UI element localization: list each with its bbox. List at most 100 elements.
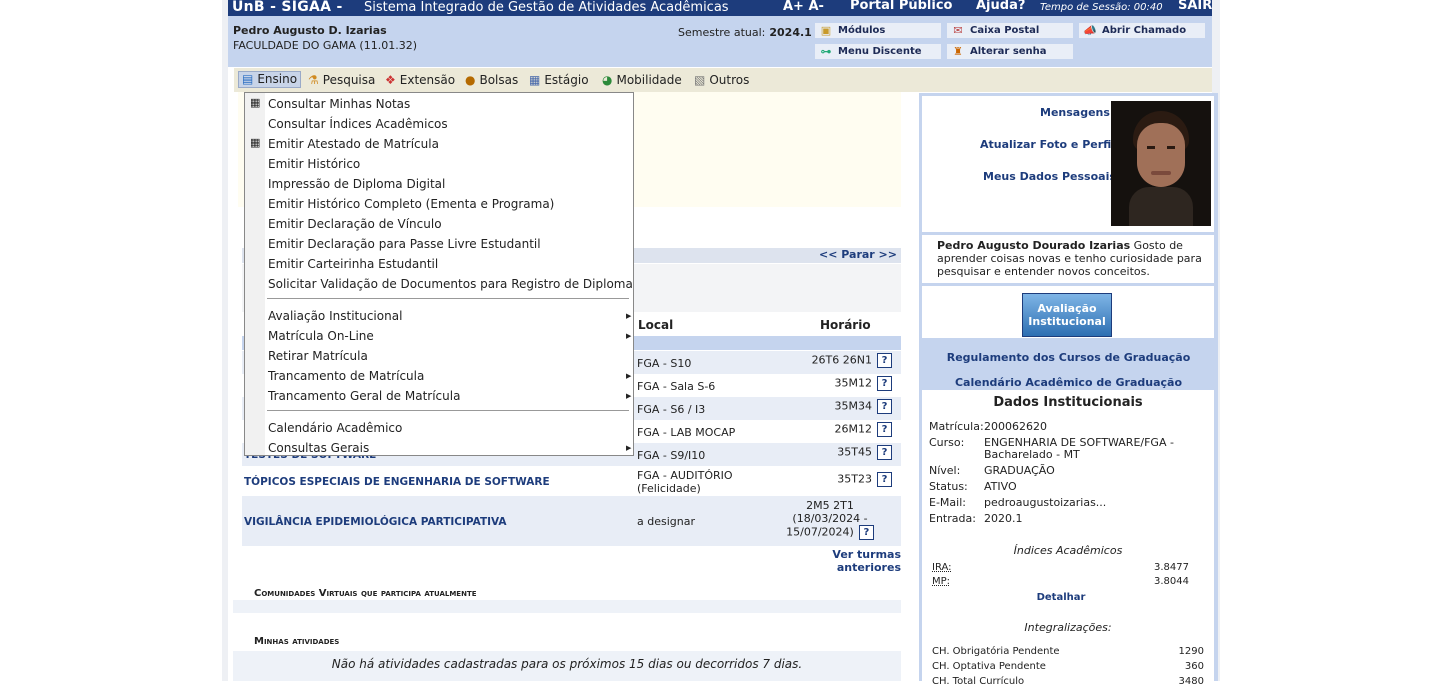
menu-mobilidade[interactable]: ◕ Mobilidade — [602, 73, 682, 87]
logout-button[interactable]: SAIR — [1178, 0, 1212, 13]
detalhar-link[interactable]: Detalhar — [922, 592, 1200, 603]
menu-pesquisa[interactable]: ⚗ Pesquisa — [308, 73, 375, 87]
menu-extensao-label: Extensão — [399, 73, 456, 87]
menu-item-atestado[interactable]: Emitir Atestado de Matrícula — [268, 137, 439, 151]
row-horario-text: 35M34 — [834, 399, 873, 413]
avaliacao-institucional-logo[interactable]: Avaliação Institucional — [1022, 293, 1112, 337]
megaphone-icon: 📣 — [1083, 24, 1097, 37]
row-horario: 2M5 2T1 (18/03/2024 -15/07/2024)? — [770, 499, 890, 540]
ver-turmas-anteriores-link[interactable]: Ver turmas anteriores — [768, 548, 901, 574]
col-local: Local — [638, 318, 674, 332]
col-horario: Horário — [820, 318, 871, 332]
help-icon[interactable]: ? — [877, 399, 892, 414]
ch-total-value: 3480 — [1178, 676, 1204, 687]
row-name[interactable]: TÓPICOS ESPECIAIS DE ENGENHARIA DE SOFTW… — [244, 476, 550, 488]
row-horario: 26T6 26N1? — [782, 353, 892, 368]
calendario-link[interactable]: Calendário Acadêmico de Graduação — [919, 376, 1218, 389]
help-icon[interactable]: ? — [877, 445, 892, 460]
curso-label: Curso: — [929, 436, 965, 449]
menu-extensao[interactable]: ❖ Extensão — [385, 73, 455, 87]
menu-separator — [267, 410, 629, 411]
row-horario-text: 26T6 26N1 — [811, 353, 872, 367]
main-menu-bar: ▤ Ensino ⚗ Pesquisa ❖ Extensão ● Bolsas ▦ Est… — [234, 68, 1212, 92]
parar-link[interactable]: << Parar >> — [819, 248, 897, 261]
menu-bolsas[interactable]: ● Bolsas — [465, 73, 518, 87]
ira-label: IRA: — [932, 562, 952, 573]
menu-discente-label: Menu Discente — [838, 46, 922, 57]
entrada-value: 2020.1 — [984, 512, 1023, 525]
alterar-senha-button[interactable]: ♜ Alterar senha — [946, 43, 1074, 60]
help-icon[interactable]: ? — [877, 472, 892, 487]
matricula-value: 200062620 — [984, 420, 1047, 433]
menu-item-passe-livre[interactable]: Emitir Declaração para Passe Livre Estud… — [268, 237, 541, 251]
menu-item-historico-completo[interactable]: Emitir Histórico Completo (Ementa e Prog… — [268, 197, 554, 211]
menu-item-declaracao-vinculo[interactable]: Emitir Declaração de Vínculo — [268, 217, 442, 231]
menu-outros[interactable]: ▧ Outros — [694, 73, 749, 87]
chamado-label: Abrir Chamado — [1102, 25, 1187, 36]
atualizar-foto-link[interactable]: Atualizar Foto e Perfil — [980, 138, 1115, 151]
submenu-arrow-icon: ▶ — [626, 332, 632, 340]
row-local-line2: (Felicidade) — [637, 482, 701, 495]
calculator-icon: ▦ — [250, 96, 261, 109]
menu-item-avaliacao[interactable]: Avaliação Institucional — [268, 309, 402, 323]
package-icon: ▣ — [820, 24, 832, 37]
help-icon[interactable]: ? — [858, 525, 874, 540]
ira-value: 3.8477 — [1154, 562, 1189, 573]
profile-photo[interactable] — [1111, 101, 1211, 226]
row-local: FGA - Sala S-6 — [637, 380, 716, 393]
menu-estagio[interactable]: ▦ Estágio — [529, 73, 589, 87]
help-icon[interactable]: ? — [877, 376, 892, 391]
menu-ensino[interactable]: ▤ Ensino — [238, 71, 302, 88]
menu-item-matricula-online[interactable]: Matrícula On-Line — [268, 329, 374, 343]
caixa-postal-button[interactable]: ✉ Caixa Postal — [946, 22, 1074, 39]
menu-item-trancamento[interactable]: Trancamento de Matrícula — [268, 369, 424, 383]
row-horario-line2: (18/03/2024 - — [792, 512, 868, 525]
row-horario-text: 2M5 2T1 — [806, 499, 854, 512]
help-link[interactable]: Ajuda? — [976, 0, 1025, 13]
ensino-dropdown: ▦ Consultar Minhas Notas Consultar Índic… — [244, 92, 634, 456]
menu-item-indices[interactable]: Consultar Índices Acadêmicos — [268, 117, 448, 131]
modulos-button[interactable]: ▣ Módulos — [814, 22, 942, 39]
regulamento-link[interactable]: Regulamento dos Cursos de Graduação — [919, 351, 1218, 364]
row-name[interactable]: VIGILÂNCIA EPIDEMIOLÓGICA PARTICIPATIVA — [244, 516, 507, 528]
abrir-chamado-button[interactable]: 📣 Abrir Chamado — [1078, 22, 1206, 39]
page-content: UnB - SIGAA - Sistema Integrado de Gestã… — [228, 0, 1218, 687]
dados-pessoais-link[interactable]: Meus Dados Pessoais — [983, 170, 1116, 183]
menu-item-validacao[interactable]: Solicitar Validação de Documentos para R… — [268, 277, 633, 291]
menu-item-diploma[interactable]: Impressão de Diploma Digital — [268, 177, 445, 191]
row-horario-text: 35T23 — [837, 472, 872, 486]
curso-value-line2: Bacharelado - MT — [984, 448, 1080, 461]
menu-item-retirar-matricula[interactable]: Retirar Matrícula — [268, 349, 368, 363]
help-icon[interactable]: ? — [877, 422, 892, 437]
menu-item-consultar-notas[interactable]: Consultar Minhas Notas — [268, 97, 410, 111]
menu-item-consultas-gerais[interactable]: Consultas Gerais — [268, 441, 369, 455]
menu-discente-button[interactable]: ⊶ Menu Discente — [814, 43, 942, 60]
menu-item-historico[interactable]: Emitir Histórico — [268, 157, 360, 171]
menu-item-trancamento-geral[interactable]: Trancamento Geral de Matrícula — [268, 389, 460, 403]
calculator-icon: ▦ — [250, 136, 261, 149]
senha-label: Alterar senha — [970, 46, 1047, 57]
comunidades-bar — [233, 600, 901, 613]
menu-item-carteirinha[interactable]: Emitir Carteirinha Estudantil — [268, 257, 438, 271]
avaliacao-box: Avaliação Institucional — [922, 286, 1214, 338]
portal-publico-link[interactable]: Portal Público — [850, 0, 952, 13]
mensagens-link[interactable]: Mensagens — [1040, 106, 1110, 119]
app-name: UnB - SIGAA - — [232, 0, 343, 15]
indices-title: Índices Acadêmicos — [1013, 544, 1123, 557]
ch-optativa-label: CH. Optativa Pendente — [932, 661, 1046, 672]
modulos-label: Módulos — [838, 25, 886, 36]
current-semester: Semestre atual: 2024.1 — [678, 26, 812, 39]
row-local: FGA - S9/I10 — [637, 449, 706, 462]
menu-item-calendario[interactable]: Calendário Acadêmico — [268, 421, 402, 435]
dados-title: Dados Institucionais — [993, 395, 1143, 410]
font-size-controls[interactable]: A+ A- — [783, 0, 824, 14]
email-label: E-Mail: — [929, 496, 966, 509]
entrada-label: Entrada: — [929, 512, 976, 525]
menu-tree-icon: ⊶ — [820, 45, 832, 58]
right-margin — [1220, 0, 1440, 681]
nivel-label: Nível: — [929, 464, 961, 477]
help-icon[interactable]: ? — [877, 353, 892, 368]
ch-optativa-value: 360 — [1184, 661, 1204, 672]
profile-full-name: Pedro Augusto Dourado Izarias — [937, 239, 1131, 252]
row-local: FGA - S10 — [637, 357, 692, 370]
